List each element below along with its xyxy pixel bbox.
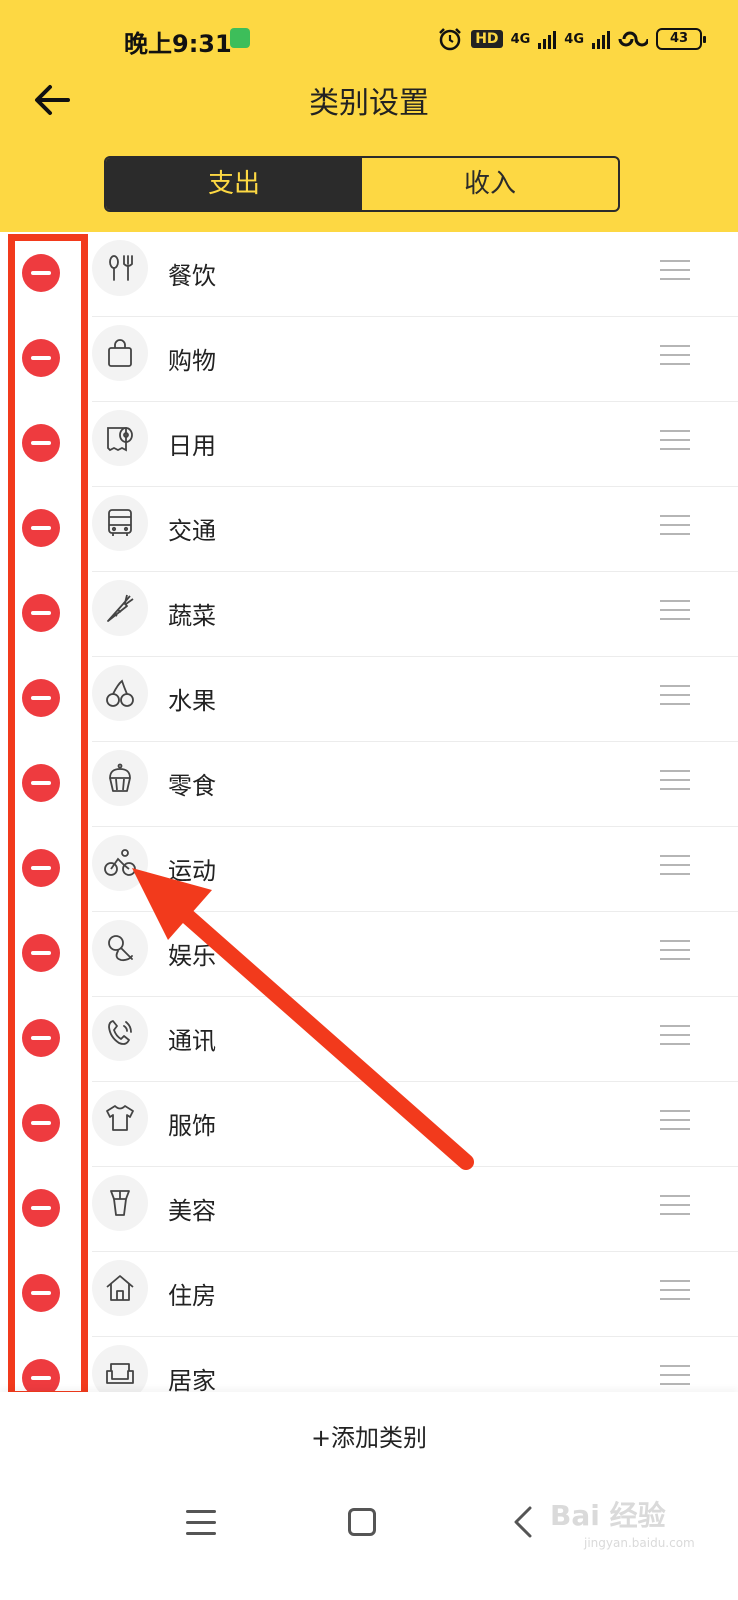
drag-handle-icon[interactable] xyxy=(660,430,690,452)
category-label: 住房 xyxy=(168,1282,216,1310)
drag-handle-icon[interactable] xyxy=(660,1280,690,1302)
sofa-icon xyxy=(106,1363,134,1384)
hd-badge: HD xyxy=(471,30,503,48)
menu-icon[interactable] xyxy=(186,1510,216,1536)
cupcake-icon xyxy=(109,763,131,792)
list-item: 交通 xyxy=(0,487,738,572)
list-item: 水果 xyxy=(0,657,738,742)
category-label: 通讯 xyxy=(168,1027,216,1055)
list-item: 娱乐 xyxy=(0,912,738,997)
category-label: 娱乐 xyxy=(168,942,216,970)
drag-handle-icon[interactable] xyxy=(660,685,690,707)
category-label: 购物 xyxy=(168,347,216,375)
tshirt-icon xyxy=(106,1105,134,1131)
category-list: 餐饮 购物 日用 交通 蔬菜 水果 零食 运动 娱乐 通讯 服饰 美容 住房 居… xyxy=(0,232,738,1392)
network-type-2: 4G xyxy=(564,31,584,47)
type-tabs: 支出 收入 xyxy=(104,156,620,212)
battery-indicator: 43 xyxy=(656,28,706,50)
status-bar: 晚上9:31 HD 4G 4G 43 xyxy=(0,22,738,62)
list-item: 美容 xyxy=(0,1167,738,1252)
icon-container xyxy=(92,325,148,381)
carrot-icon xyxy=(107,594,134,622)
icon-container xyxy=(92,665,148,721)
list-item: 购物 xyxy=(0,317,738,402)
drag-handle-icon[interactable] xyxy=(660,1365,690,1387)
category-label: 交通 xyxy=(168,517,216,545)
list-item: 住房 xyxy=(0,1252,738,1337)
tab-income[interactable]: 收入 xyxy=(362,158,618,210)
icon-container xyxy=(92,750,148,806)
drag-handle-icon[interactable] xyxy=(660,940,690,962)
back-icon[interactable] xyxy=(508,1504,538,1540)
drag-handle-icon[interactable] xyxy=(660,1025,690,1047)
icon-container xyxy=(92,410,148,466)
drag-handle-icon[interactable] xyxy=(660,260,690,282)
bicycle-icon xyxy=(104,849,136,876)
status-icons: HD 4G 4G 43 xyxy=(437,24,706,54)
cherry-icon xyxy=(106,679,134,707)
tab-expense[interactable]: 支出 xyxy=(106,158,362,210)
list-item: 日用 xyxy=(0,402,738,487)
footer-bar: +添加类别 xyxy=(0,1392,738,1480)
header-bar: 晚上9:31 HD 4G 4G 43 类别设置 支出 收入 xyxy=(0,0,738,232)
category-label: 餐饮 xyxy=(168,262,216,290)
icon-container xyxy=(92,495,148,551)
app-notification-icon xyxy=(230,28,250,48)
list-item: 餐饮 xyxy=(0,232,738,317)
drag-handle-icon[interactable] xyxy=(660,770,690,792)
icon-container xyxy=(92,1175,148,1231)
tissue-roll-icon xyxy=(107,427,133,452)
category-label: 服饰 xyxy=(168,1112,216,1140)
system-nav-bar: Bai 经验 jingyan.baidu.com xyxy=(0,1480,738,1600)
add-category-button[interactable]: +添加类别 xyxy=(0,1418,738,1453)
watermark-logo: Bai 经验 xyxy=(550,1499,666,1532)
page-title: 类别设置 xyxy=(309,86,429,121)
drag-handle-icon[interactable] xyxy=(660,515,690,537)
category-label: 美容 xyxy=(168,1197,216,1225)
category-label: 水果 xyxy=(168,687,216,715)
icon-container xyxy=(92,240,148,296)
category-label: 日用 xyxy=(168,432,216,460)
list-item: 服饰 xyxy=(0,1082,738,1167)
icon-container xyxy=(92,920,148,976)
icon-container xyxy=(92,1090,148,1146)
list-item: 通讯 xyxy=(0,997,738,1082)
category-label: 居家 xyxy=(168,1367,216,1392)
list-item: 蔬菜 xyxy=(0,572,738,657)
drag-handle-icon[interactable] xyxy=(660,345,690,367)
status-time: 晚上9:31 xyxy=(124,30,232,58)
microphone-icon xyxy=(108,935,133,962)
list-item: 零食 xyxy=(0,742,738,827)
list-item: 居家 xyxy=(0,1337,738,1392)
annotation-highlight-box xyxy=(8,234,88,1398)
link-icon xyxy=(618,31,648,47)
watermark-url: jingyan.baidu.com xyxy=(584,1536,695,1550)
signal-icon xyxy=(538,29,557,49)
drag-handle-icon[interactable] xyxy=(660,1110,690,1132)
category-label: 运动 xyxy=(168,857,216,885)
makeup-brush-icon xyxy=(110,1190,130,1216)
icon-container xyxy=(92,835,148,891)
alarm-icon xyxy=(439,28,462,51)
network-type-1: 4G xyxy=(510,31,531,47)
signal-icon-2 xyxy=(592,29,610,49)
list-item: 运动 xyxy=(0,827,738,912)
icon-container xyxy=(92,580,148,636)
category-label: 零食 xyxy=(168,772,216,800)
drag-handle-icon[interactable] xyxy=(660,600,690,622)
house-icon xyxy=(106,1275,134,1301)
utensils-icon xyxy=(109,255,133,281)
icon-container xyxy=(92,1260,148,1316)
icon-container xyxy=(92,1345,148,1392)
drag-handle-icon[interactable] xyxy=(660,1195,690,1217)
bus-icon xyxy=(108,509,132,536)
category-label: 蔬菜 xyxy=(168,602,216,630)
icon-container xyxy=(92,1005,148,1061)
shopping-bag-icon xyxy=(108,339,132,367)
phone-icon xyxy=(108,1020,132,1045)
drag-handle-icon[interactable] xyxy=(660,855,690,877)
home-icon[interactable] xyxy=(348,1508,376,1536)
